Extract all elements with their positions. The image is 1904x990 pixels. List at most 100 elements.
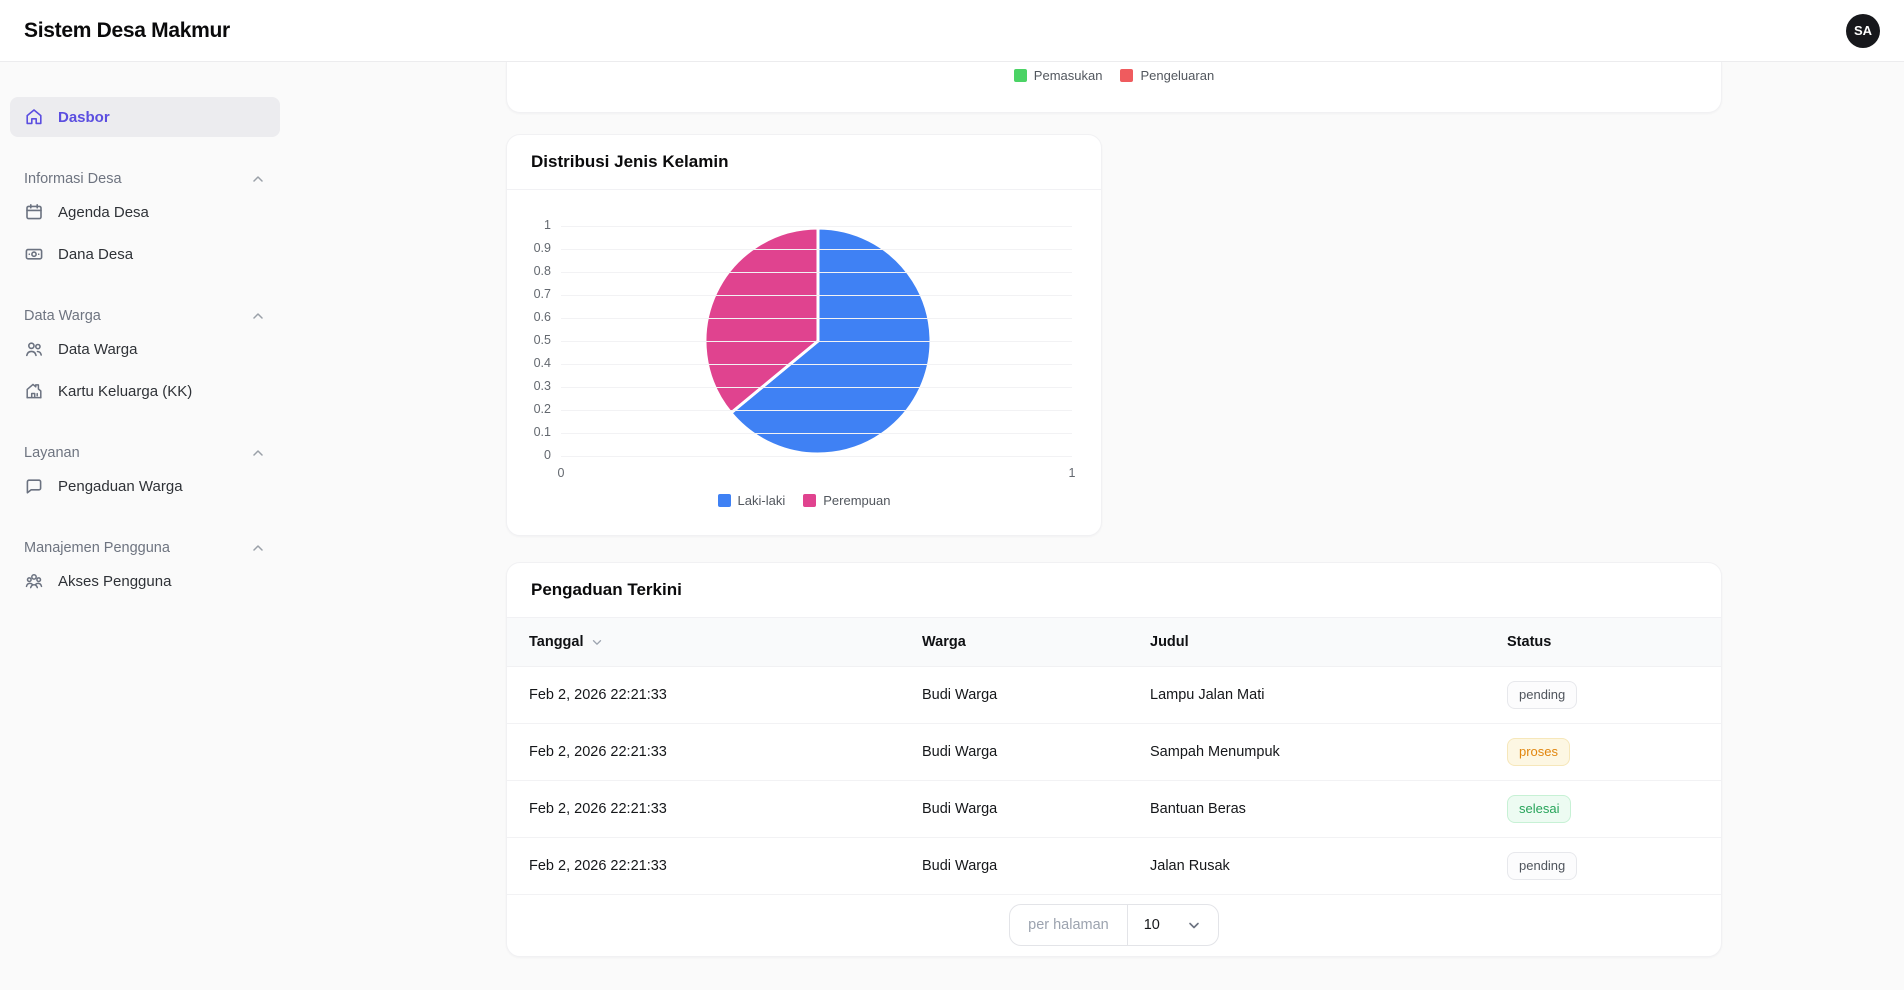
card-title: Pengaduan Terkini	[531, 580, 682, 599]
status-badge: pending	[1507, 681, 1578, 709]
gridline	[561, 341, 1072, 342]
sidebar-item-kartu-keluarga[interactable]: Kartu Keluarga (KK)	[10, 371, 280, 411]
sidebar-section-manajemen-pengguna[interactable]: Manajemen Pengguna	[0, 537, 290, 559]
cell-tanggal: Feb 2, 2026 22:21:33	[529, 801, 667, 817]
section-label: Informasi Desa	[24, 171, 122, 187]
column-header-judul[interactable]: Judul	[1128, 634, 1485, 650]
per-page-select[interactable]: per halaman 10	[1009, 904, 1219, 946]
cell-warga: Budi Warga	[922, 801, 998, 817]
cell-tanggal: Feb 2, 2026 22:21:33	[529, 858, 667, 874]
chevron-up-icon	[253, 450, 263, 456]
legend-label: Pemasukan	[1033, 68, 1103, 83]
chevron-up-icon	[253, 545, 263, 551]
table-row[interactable]: Feb 2, 2026 22:21:33 Budi Warga Sampah Men…	[507, 724, 1721, 781]
table-row[interactable]: Feb 2, 2026 22:21:33 Budi Warga Bantuan Be…	[507, 781, 1721, 838]
banknote-icon	[25, 248, 43, 260]
sidebar-item-label: Kartu Keluarga (KK)	[58, 382, 193, 400]
section-label: Layanan	[24, 445, 80, 461]
gridline	[561, 272, 1072, 273]
section-label: Data Warga	[24, 308, 101, 324]
legend-item[interactable]: Perempuan	[803, 493, 890, 508]
sidebar-item-label: Akses Pengguna	[58, 572, 172, 590]
avatar-initials: SA	[1853, 23, 1873, 38]
top-header: Sistem Desa Makmur SA	[0, 0, 1904, 62]
cell-warga: Budi Warga	[922, 858, 998, 874]
pie-chart-legend: Laki-laki Perempuan	[507, 493, 1101, 508]
sidebar-item-akses-pengguna[interactable]: Akses Pengguna	[10, 561, 280, 601]
cell-judul: Jalan Rusak	[1150, 858, 1230, 874]
legend-item[interactable]: Pemasukan	[1013, 68, 1103, 83]
sidebar-item-pengaduan-warga[interactable]: Pengaduan Warga	[10, 466, 280, 506]
table-footer: per halaman 10	[507, 895, 1721, 955]
gridline	[561, 318, 1072, 319]
table-row[interactable]: Feb 2, 2026 22:21:33 Budi Warga Jalan Rusa…	[507, 838, 1721, 895]
column-header-tanggal[interactable]: Tanggal	[507, 634, 900, 650]
gender-pie-chart: Laki-laki Perempuan 1 0.9 0.8 0.7 0.6 0.5 0.4 0.…	[507, 190, 1101, 536]
sidebar-section-layanan[interactable]: Layanan	[0, 442, 290, 464]
sidebar-item-data-warga[interactable]: Data Warga	[10, 329, 280, 369]
status-badge: selesai	[1507, 795, 1572, 823]
card-title: Distribusi Jenis Kelamin	[531, 152, 729, 171]
calendar-icon	[26, 204, 42, 220]
y-axis-tick: 0.8	[533, 264, 551, 278]
column-header-warga[interactable]: Warga	[900, 634, 1128, 650]
sidebar-item-label: Agenda Desa	[58, 203, 149, 221]
sidebar-item-dasbor[interactable]: Dasbor	[10, 97, 280, 137]
home-icon	[26, 109, 42, 125]
gridline	[561, 295, 1072, 296]
gridline	[561, 249, 1072, 250]
y-axis-tick: 0.5	[533, 333, 551, 347]
sidebar-item-label: Dana Desa	[58, 245, 134, 263]
cell-tanggal: Feb 2, 2026 22:21:33	[529, 744, 667, 760]
card-title-block: Distribusi Jenis Kelamin	[507, 135, 1101, 190]
users-icon	[26, 342, 42, 357]
sidebar-item-agenda-desa[interactable]: Agenda Desa	[10, 192, 280, 232]
y-axis-tick: 0.3	[533, 379, 551, 393]
cell-judul: Lampu Jalan Mati	[1150, 687, 1265, 703]
status-badge: proses	[1507, 738, 1571, 766]
cell-judul: Sampah Menumpuk	[1150, 744, 1280, 760]
legend-item[interactable]: Laki-laki	[717, 493, 785, 508]
cell-warga: Budi Warga	[922, 687, 998, 703]
y-axis-tick: 0.1	[533, 425, 551, 439]
chevron-up-icon	[253, 176, 263, 182]
section-label: Manajemen Pengguna	[24, 540, 170, 556]
cell-status: selesai	[1485, 795, 1721, 823]
gender-distribution-card: Distribusi Jenis Kelamin Laki-laki Peremp…	[506, 134, 1102, 536]
table-body: Feb 2, 2026 22:21:33 Budi Warga Lampu Jala…	[507, 667, 1721, 895]
legend-label: Perempuan	[823, 493, 891, 508]
user-avatar[interactable]: SA	[1846, 13, 1880, 48]
sidebar-item-dana-desa[interactable]: Dana Desa	[10, 234, 280, 274]
legend-item[interactable]: Pengeluaran	[1120, 68, 1214, 83]
cell-judul: Bantuan Beras	[1150, 801, 1246, 817]
y-axis-tick: 0.9	[533, 241, 551, 255]
chat-bubble-icon	[26, 479, 42, 494]
y-axis-tick: 0.2	[533, 402, 551, 416]
cell-status: pending	[1485, 681, 1721, 709]
x-axis-tick: 1	[1068, 466, 1076, 480]
app-title: Sistem Desa Makmur	[24, 18, 230, 42]
legend-swatch	[1013, 69, 1027, 82]
finance-chart-legend: Pemasukan Pengeluaran	[507, 68, 1721, 83]
gridline	[561, 364, 1072, 365]
per-page-value: 10	[1143, 917, 1160, 933]
table-row[interactable]: Feb 2, 2026 22:21:33 Budi Warga Lampu Jala…	[507, 667, 1721, 724]
gridline	[561, 410, 1072, 411]
cell-warga: Budi Warga	[922, 744, 998, 760]
column-header-status[interactable]: Status	[1485, 634, 1721, 650]
user-group-icon	[25, 573, 43, 589]
legend-label: Pengeluaran	[1140, 68, 1215, 83]
cell-status: pending	[1485, 852, 1721, 880]
sort-chevron-down-icon[interactable]	[590, 635, 604, 649]
table-header-row: Tanggal Warga Judul Status	[507, 618, 1721, 667]
sidebar-section-informasi-desa[interactable]: Informasi Desa	[0, 168, 290, 190]
y-axis-tick: 1	[544, 218, 551, 232]
gridline	[561, 387, 1072, 388]
y-axis-tick: 0.7	[533, 287, 551, 301]
per-page-label: per halaman	[1028, 917, 1109, 933]
x-axis-tick: 0	[557, 466, 565, 480]
chevron-down-icon	[1189, 922, 1199, 929]
card-title-block: Pengaduan Terkini	[507, 563, 1721, 618]
sidebar-section-data-warga[interactable]: Data Warga	[0, 305, 290, 327]
cell-status: proses	[1485, 738, 1721, 766]
